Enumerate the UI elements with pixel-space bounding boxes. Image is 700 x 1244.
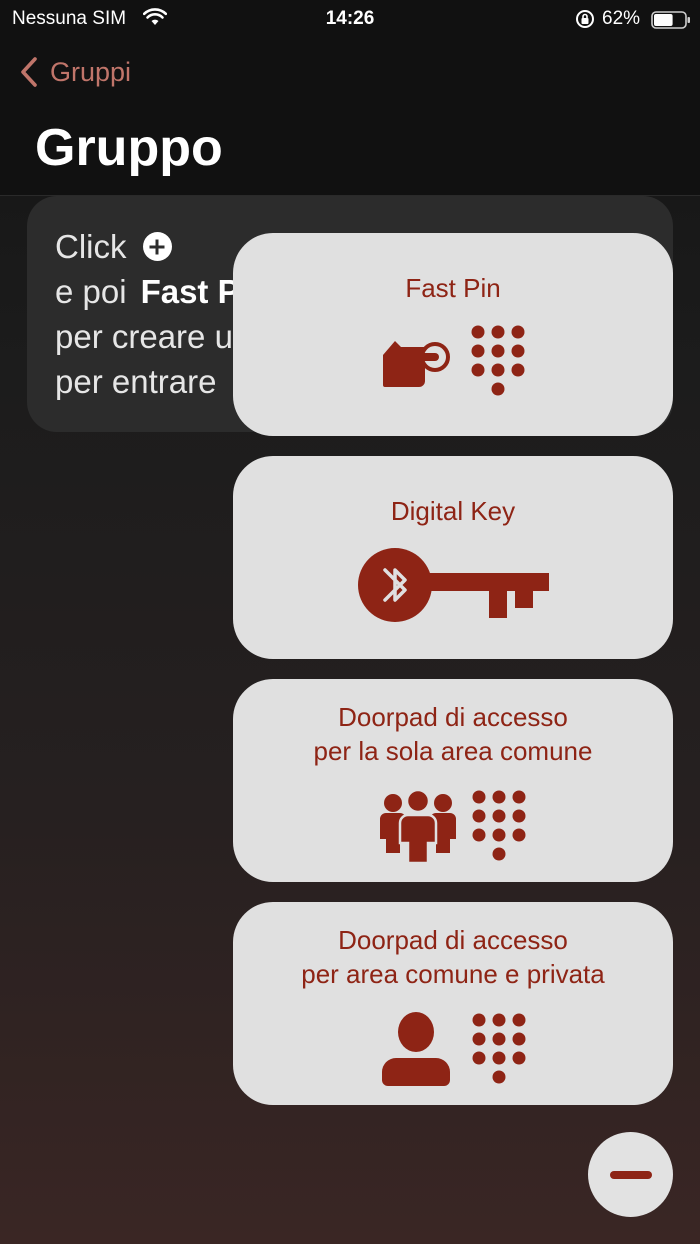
status-bar: Nessuna SIM 14:26 62%: [0, 6, 700, 32]
bluetooth-key-icon: [358, 548, 549, 622]
info-line-2-bold: Fast P: [140, 273, 240, 310]
back-label: Gruppi: [50, 56, 132, 87]
page-title: Gruppo: [35, 119, 223, 177]
keypad-icon: [471, 325, 525, 396]
clock: 14:26: [325, 8, 375, 29]
option-doorpad-common[interactable]: Doorpad di accesso per la sola area comu…: [233, 679, 673, 882]
keypad-icon: [472, 790, 526, 861]
battery-percentage: 62%: [602, 8, 641, 29]
option-doorpad-private[interactable]: Doorpad di accesso per area comune e pri…: [233, 902, 673, 1105]
info-line-2: e poi: [55, 273, 127, 310]
option-doorpad-private-line1: Doorpad di accesso: [338, 925, 568, 955]
plus-circle-icon: [142, 232, 172, 261]
person-icon: [382, 1012, 450, 1086]
option-digital-key-label: Digital Key: [390, 496, 516, 526]
option-doorpad-common-line2: per la sola area comune: [313, 736, 593, 766]
minus-icon: [609, 1170, 652, 1179]
hand-press-icon: [383, 341, 450, 387]
option-doorpad-common-line1: Doorpad di accesso: [338, 702, 568, 732]
battery-icon: [651, 11, 691, 35]
close-menu-button[interactable]: [588, 1132, 673, 1217]
keypad-icon: [472, 1013, 526, 1084]
option-doorpad-private-line2: per area comune e privata: [301, 959, 605, 989]
option-fast-pin[interactable]: Fast Pin: [233, 233, 673, 436]
info-line-1: Click: [55, 228, 127, 265]
option-digital-key[interactable]: Digital Key: [233, 456, 673, 659]
chevron-left-icon: [21, 57, 37, 87]
group-icon: [380, 789, 456, 863]
back-button[interactable]: Gruppi: [20, 54, 131, 90]
rotation-lock-icon: [575, 9, 595, 35]
navigation-bar: Nessuna SIM 14:26 62% Gruppi Gruppo: [0, 0, 700, 196]
option-fast-pin-label: Fast Pin: [405, 273, 501, 303]
